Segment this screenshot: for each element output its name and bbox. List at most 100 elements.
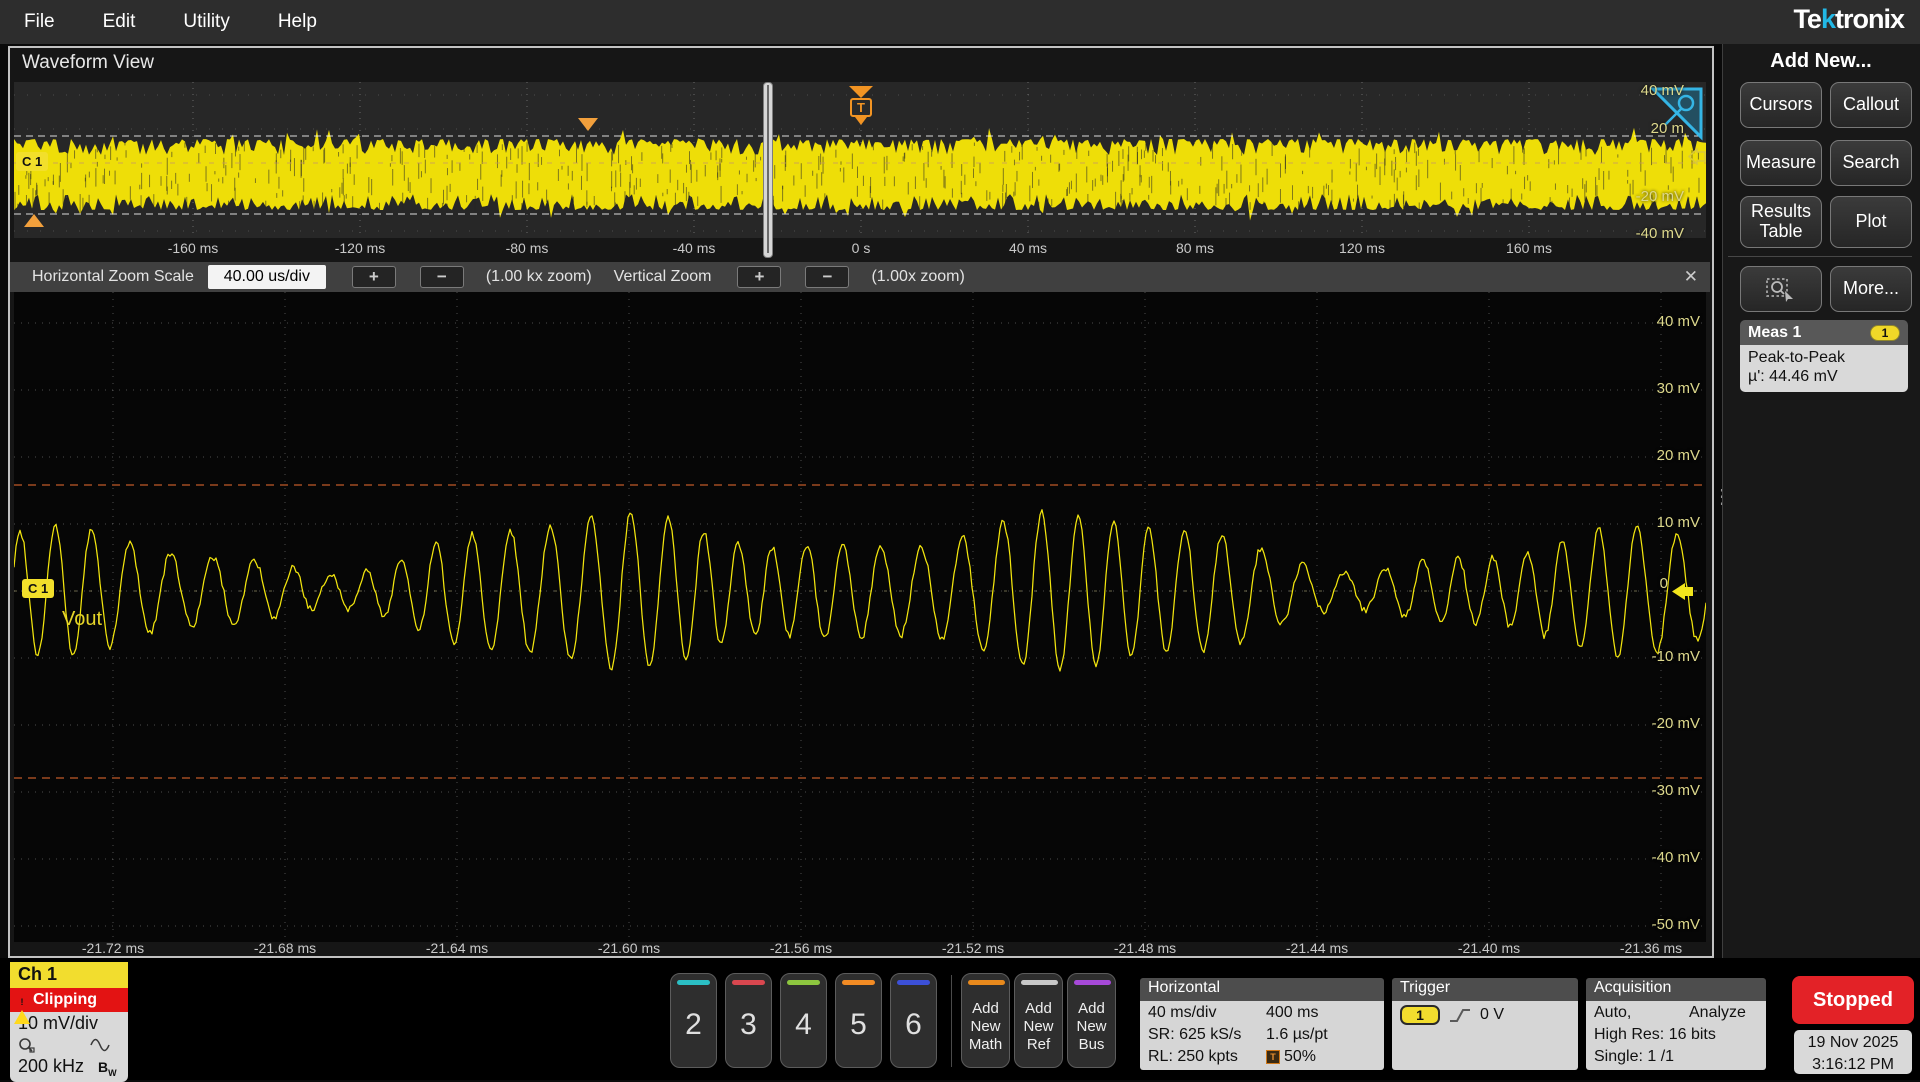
add-new-bus-button[interactable]: Add New Bus bbox=[1067, 973, 1116, 1068]
overview-v-label: -20 mV bbox=[1600, 188, 1684, 205]
zoom-close-icon[interactable]: ✕ bbox=[1684, 267, 1698, 287]
acquisition-panel[interactable]: Acquisition Auto,Analyze High Res: 16 bi… bbox=[1586, 978, 1766, 1070]
main-v-label: 10 mV bbox=[1616, 514, 1700, 531]
main-v-label: -30 mV bbox=[1616, 782, 1700, 799]
menu-bar: File Edit Utility Help Tektronix bbox=[0, 0, 1920, 44]
channel-2-stripe bbox=[677, 980, 710, 985]
channel-4-stripe bbox=[787, 980, 820, 985]
main-v-label: -10 mV bbox=[1616, 648, 1700, 665]
acq-mode: Auto, bbox=[1594, 1004, 1689, 1022]
main-zero-label: 0 bbox=[1638, 575, 1668, 592]
add-plot-button[interactable]: Plot bbox=[1830, 196, 1912, 248]
main-v-label: -50 mV bbox=[1616, 916, 1700, 933]
channel1-title: Ch 1 bbox=[10, 962, 128, 988]
bandwidth-limit-icon: BW bbox=[98, 1059, 117, 1078]
main-time-label: -21.52 ms bbox=[928, 940, 1018, 956]
channel-3-button[interactable]: 3 bbox=[725, 973, 772, 1068]
v-zoom-minus-button[interactable]: − bbox=[805, 266, 849, 288]
main-time-label: -21.64 ms bbox=[412, 940, 502, 956]
h-scale: 40 ms/div bbox=[1148, 1004, 1266, 1022]
zoom-select-button[interactable] bbox=[1740, 266, 1822, 312]
add-search-button[interactable]: Search bbox=[1830, 140, 1912, 186]
add-results-table-button[interactable]: Results Table bbox=[1740, 196, 1822, 248]
overview-time-label: 120 ms bbox=[1317, 240, 1407, 256]
acq-single: Single: 1 /1 bbox=[1594, 1046, 1758, 1068]
channel-5-button[interactable]: 5 bbox=[835, 973, 882, 1068]
run-stop-button[interactable]: Stopped bbox=[1792, 976, 1914, 1024]
menu-help[interactable]: Help bbox=[254, 11, 341, 33]
coupling-sine-icon bbox=[90, 1038, 110, 1052]
h-zoom-minus-button[interactable]: − bbox=[420, 266, 464, 288]
add-cursors-button[interactable]: Cursors bbox=[1740, 82, 1822, 128]
channel1-badge[interactable]: Ch 1 ! Clipping 10 mV/div 200 kHz BW bbox=[10, 962, 128, 1082]
menu-file[interactable]: File bbox=[0, 11, 79, 33]
overview-zero-arrow-icon[interactable] bbox=[1688, 148, 1706, 165]
more-button[interactable]: More... bbox=[1830, 266, 1912, 312]
main-time-label: -21.68 ms bbox=[240, 940, 330, 956]
main-v-label: 40 mV bbox=[1616, 313, 1700, 330]
meas1-title: Meas 1 bbox=[1748, 324, 1870, 342]
h-resolution: 1.6 µs/pt bbox=[1266, 1026, 1328, 1044]
rising-edge-icon bbox=[1448, 1007, 1472, 1024]
channel-6-stripe bbox=[897, 980, 930, 985]
overview-time-label: 160 ms bbox=[1484, 240, 1574, 256]
add-measure-button[interactable]: Measure bbox=[1740, 140, 1822, 186]
h-record-length: RL: 250 kpts bbox=[1148, 1048, 1266, 1066]
trigger-flag-letter: T bbox=[850, 98, 872, 117]
main-v-label: -20 mV bbox=[1616, 715, 1700, 732]
overview-time-label: 80 ms bbox=[1150, 240, 1240, 256]
wave-annotation: Vout bbox=[62, 608, 102, 631]
channel-6-button[interactable]: 6 bbox=[890, 973, 937, 1068]
main-time-label: -21.60 ms bbox=[584, 940, 674, 956]
h-window: 400 ms bbox=[1266, 1004, 1318, 1022]
sidebar-divider bbox=[1728, 256, 1912, 257]
main-time-label: -21.48 ms bbox=[1100, 940, 1190, 956]
add-new-ref-button[interactable]: Add New Ref bbox=[1014, 973, 1063, 1068]
channel1-clipping-banner: ! Clipping bbox=[10, 988, 128, 1012]
main-time-label: -21.72 ms bbox=[68, 940, 158, 956]
trigger-flag-triangle bbox=[849, 86, 873, 98]
channel-2-button[interactable]: 2 bbox=[670, 973, 717, 1068]
overview-channel-badge[interactable]: C 1 bbox=[16, 152, 48, 171]
main-time-label: -21.56 ms bbox=[756, 940, 846, 956]
add-callout-button[interactable]: Callout bbox=[1830, 82, 1912, 128]
bus-stripe bbox=[1074, 980, 1111, 985]
add-new-math-button[interactable]: Add New Math bbox=[961, 973, 1010, 1068]
meas1-body: Peak-to-Peak µ': 44.46 mV bbox=[1740, 345, 1908, 392]
v-zoom-plus-button[interactable]: + bbox=[737, 266, 781, 288]
channel-level-arrow-icon[interactable] bbox=[1672, 583, 1694, 600]
main-plot[interactable] bbox=[14, 292, 1706, 942]
trigger-position-marker[interactable]: T bbox=[845, 86, 877, 125]
main-time-label: -21.40 ms bbox=[1444, 940, 1534, 956]
overview-time-label: 0 s bbox=[816, 240, 906, 256]
h-zoom-plus-button[interactable]: + bbox=[352, 266, 396, 288]
expansion-point-marker[interactable] bbox=[578, 118, 598, 131]
trigger-panel[interactable]: Trigger 1 0 V bbox=[1392, 978, 1578, 1070]
zoom-select-icon bbox=[1766, 276, 1796, 302]
menu-utility[interactable]: Utility bbox=[159, 11, 253, 33]
horizontal-panel[interactable]: Horizontal 40 ms/div400 ms SR: 625 kS/s1… bbox=[1140, 978, 1384, 1070]
overview-time-label: -160 ms bbox=[148, 240, 238, 256]
zoom-toolbar: Horizontal Zoom Scale 40.00 us/div + − (… bbox=[10, 262, 1710, 292]
button-group-divider bbox=[951, 975, 952, 1067]
v-zoom-label: Vertical Zoom bbox=[614, 268, 712, 286]
waveform-view-title: Waveform View bbox=[22, 52, 154, 74]
overview-time-label: 40 ms bbox=[983, 240, 1073, 256]
add-new-header: Add New... bbox=[1722, 50, 1920, 73]
zoom-window-slider[interactable] bbox=[763, 82, 773, 258]
probe-icon bbox=[18, 1037, 36, 1053]
meas1-header: Meas 1 1 bbox=[1740, 320, 1908, 345]
overview-time-label: -120 ms bbox=[315, 240, 405, 256]
channel-4-button[interactable]: 4 bbox=[780, 973, 827, 1068]
meas1-badge[interactable]: Meas 1 1 Peak-to-Peak µ': 44.46 mV bbox=[1740, 320, 1908, 392]
main-v-label: -40 mV bbox=[1616, 849, 1700, 866]
h-zoom-factor: (1.00 kx zoom) bbox=[486, 268, 592, 286]
ref-stripe bbox=[1021, 980, 1058, 985]
main-channel-badge[interactable]: C 1 bbox=[22, 579, 54, 598]
menu-edit[interactable]: Edit bbox=[79, 11, 160, 33]
channel1-scale: 10 mV/div bbox=[18, 1013, 120, 1034]
datetime-display[interactable]: 19 Nov 2025 3:16:12 PM bbox=[1794, 1030, 1912, 1074]
h-zoom-scale-value[interactable]: 40.00 us/div bbox=[208, 265, 326, 289]
record-start-marker[interactable] bbox=[24, 214, 44, 227]
overview-v-label: 20 m bbox=[1600, 120, 1684, 137]
